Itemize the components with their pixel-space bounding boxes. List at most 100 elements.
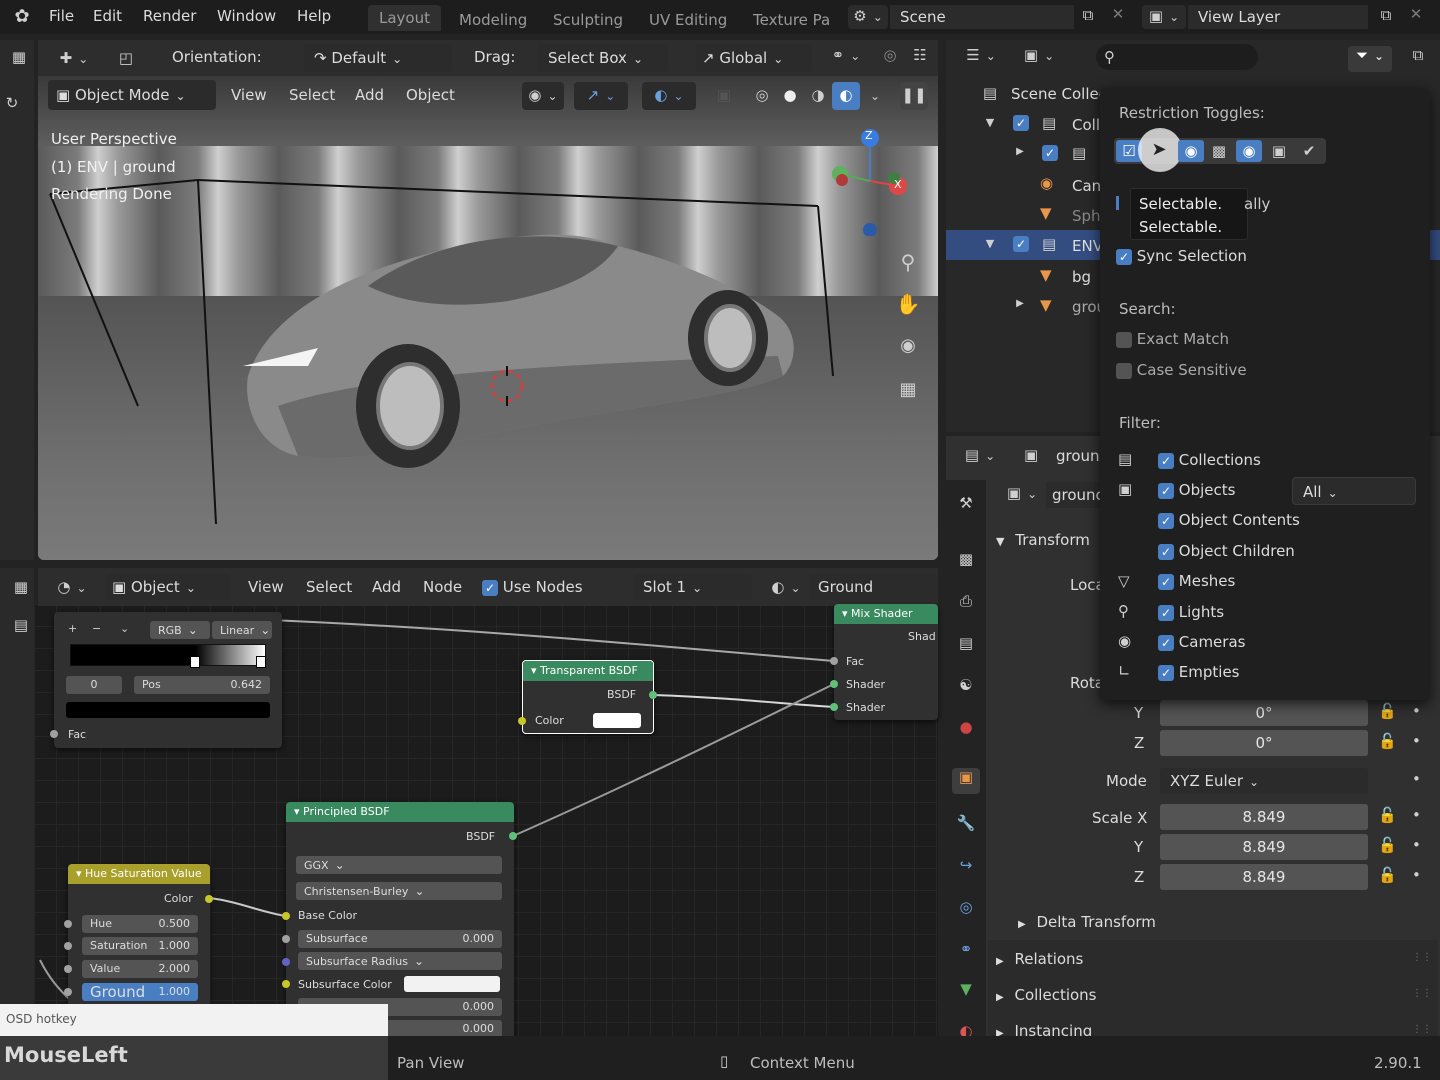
outliner-editor-type-icon[interactable]: ☰ (958, 46, 1004, 64)
rotation-y-keyframe-icon[interactable]: • (1412, 702, 1421, 720)
proportional-edit-icon[interactable]: ◎ (878, 46, 902, 64)
subsurface-socket[interactable] (282, 935, 290, 943)
lights-checkbox[interactable]: ✓ (1158, 604, 1174, 621)
rotation-z-keyframe-icon[interactable]: • (1412, 732, 1421, 750)
scene-selector-icon[interactable]: ⚙ (848, 5, 888, 29)
scene-tab-icon[interactable]: ☯ (956, 676, 976, 694)
color-ramp-node[interactable]: + − ⌄ RGB Linear 0 Pos 0.642 Fac (50, 612, 282, 748)
orientation-dropdown[interactable]: ↷ Default (304, 44, 452, 72)
view-layer-selector-icon[interactable]: ▣ (1142, 5, 1186, 29)
shading-rendered-icon[interactable]: ◐ (832, 82, 860, 110)
exact-match-checkbox[interactable] (1116, 331, 1132, 348)
new-scene-icon[interactable]: ⧉ (1076, 6, 1100, 24)
rotation-mode-keyframe-icon[interactable]: • (1412, 770, 1421, 788)
ramp-stop-position[interactable]: Pos 0.642 (134, 676, 270, 694)
outliner-row-bg[interactable]: bg (1072, 268, 1091, 286)
new-view-layer-icon[interactable]: ⧉ (1374, 6, 1398, 24)
hsv-fac-field[interactable]: Ground 1.000 (82, 983, 198, 1001)
scale-z-field[interactable]: 8.849 (1160, 864, 1368, 890)
collections-panel-header[interactable]: ▶ Collections (996, 986, 1097, 1004)
shading-wireframe-icon[interactable]: ◎ (750, 82, 774, 110)
hsv-fac-socket[interactable] (64, 988, 72, 996)
hsv-value-field[interactable]: Value 2.000 (82, 960, 198, 978)
node-editor-mode-icon[interactable]: ◔ (50, 574, 94, 600)
selectable-arrow-icon[interactable]: ➤ (1146, 138, 1172, 162)
rotation-z-field[interactable]: 0° (1160, 730, 1368, 756)
camera-view-icon[interactable]: ◉ (894, 332, 922, 360)
subsurface-radius-socket[interactable] (282, 958, 290, 966)
meshes-option[interactable]: ✓ Meshes (1158, 572, 1235, 590)
rotation-y-lock-icon[interactable]: 🔓 (1378, 702, 1397, 720)
base-color-socket[interactable] (282, 912, 290, 920)
filter-icon[interactable]: ⏷ (1348, 46, 1392, 72)
viewport-menu-object[interactable]: Object (406, 86, 455, 104)
hsv-value-socket[interactable] (64, 965, 72, 973)
object-children-option[interactable]: ✓ Object Children (1158, 542, 1295, 560)
use-nodes-toggle[interactable]: ✓ Use Nodes (482, 578, 583, 596)
subsurface-color-swatch[interactable] (404, 976, 500, 992)
shading-material-icon[interactable]: ◑ (806, 82, 830, 110)
blender-logo-icon[interactable]: ✿ (10, 6, 34, 28)
view-layer-tab-icon[interactable]: ▤ (956, 634, 976, 652)
transparent-color-socket[interactable] (518, 717, 526, 725)
collections-filter-checkbox[interactable]: ✓ (1158, 452, 1174, 469)
holdout-toggle-icon[interactable]: ▣ (1266, 140, 1292, 162)
hsv-hue-socket[interactable] (64, 920, 72, 928)
collection-include-checkbox[interactable]: ✓ (1013, 115, 1029, 131)
cameras-checkbox[interactable]: ✓ (1158, 634, 1174, 651)
object-tab-icon[interactable]: ▣ (952, 768, 980, 794)
scale-x-keyframe-icon[interactable]: • (1412, 806, 1421, 824)
graph-icon[interactable]: ☷ (908, 46, 932, 64)
output-tab-icon[interactable]: ⎙ (956, 592, 976, 610)
empties-option[interactable]: ✓ Empties (1158, 663, 1239, 681)
tool-settings-icon[interactable]: ✚ (52, 46, 96, 70)
object-mode-dropdown[interactable]: ▣ Object Mode (48, 80, 216, 110)
rotation-z-lock-icon[interactable]: 🔓 (1378, 732, 1397, 750)
menu-render[interactable]: Render (143, 7, 196, 25)
physics-tab-icon[interactable]: ◎ (956, 898, 976, 916)
editor-type-icon[interactable]: ▦ (8, 48, 30, 66)
data-tab-icon[interactable]: ▼ (956, 980, 976, 998)
material-name-field[interactable]: Ground (810, 574, 938, 600)
scale-y-field[interactable]: 8.849 (1160, 834, 1368, 860)
pause-render-icon[interactable]: ❚❚ (900, 82, 928, 110)
sync-selection-option[interactable]: ✓ Sync Selection (1116, 247, 1247, 265)
object-name-field[interactable]: grounc (1046, 482, 1106, 508)
menu-file[interactable]: File (49, 7, 74, 25)
constraints-tab-icon[interactable]: ⚭ (956, 940, 976, 958)
subcollection-expand-icon[interactable]: ▶ (1014, 146, 1026, 157)
node-editor-object-dropdown[interactable]: ▣ Object (106, 574, 230, 600)
mix-fac-socket[interactable] (830, 657, 838, 665)
render-tab-icon[interactable]: ▩ (956, 550, 976, 568)
hue-saturation-node[interactable]: ▾ Hue Saturation Value Color Hue 0.500 Sa… (64, 864, 213, 1006)
tab-uv-editing[interactable]: UV Editing (649, 11, 727, 29)
tool-tab-icon[interactable]: ⚒ (956, 494, 976, 512)
disable-in-viewports-toggle-icon[interactable]: ▩ (1206, 140, 1232, 162)
collections-filter-option[interactable]: ✓ Collections (1158, 451, 1261, 469)
shading-solid-icon[interactable]: ● (778, 82, 802, 110)
objects-filter-option[interactable]: ✓ Objects (1158, 481, 1235, 499)
subsurface-color-socket[interactable] (282, 980, 290, 988)
3d-viewport[interactable]: User Perspective (1) ENV | ground Render… (38, 76, 938, 560)
principled-sss-method[interactable]: Christensen-Burley (296, 882, 502, 900)
cameras-option[interactable]: ✓ Cameras (1158, 633, 1245, 651)
sync-selection-checkbox[interactable]: ✓ (1116, 248, 1132, 265)
disable-in-renders-toggle-icon[interactable]: ◉ (1236, 140, 1262, 162)
case-sensitive-checkbox[interactable] (1116, 362, 1132, 379)
shading-options-icon[interactable] (862, 82, 882, 110)
transform-panel-header[interactable]: ▼ Transform (996, 531, 1090, 549)
mix-shader1-socket[interactable] (830, 680, 838, 688)
case-sensitive-option[interactable]: Case Sensitive (1116, 361, 1247, 379)
object-children-checkbox[interactable]: ✓ (1158, 543, 1174, 560)
ramp-stop-handle-white[interactable] (256, 656, 266, 668)
hide-in-viewport-toggle-icon[interactable]: ◉ (1178, 140, 1204, 162)
viewport-menu-add[interactable]: Add (355, 86, 384, 104)
mix-shader2-socket[interactable] (830, 703, 838, 711)
hsv-color-out-socket[interactable] (205, 895, 213, 903)
outliner-display-mode-icon[interactable]: ▣ (1016, 46, 1062, 64)
object-type-dropdown[interactable]: All (1292, 477, 1416, 505)
scale-z-lock-icon[interactable]: 🔓 (1378, 866, 1397, 884)
slot-dropdown[interactable]: Slot 1 (634, 574, 752, 600)
scene-collection-label[interactable]: Scene Collec (1011, 85, 1107, 103)
drag-dropdown[interactable]: Select Box (538, 44, 668, 72)
